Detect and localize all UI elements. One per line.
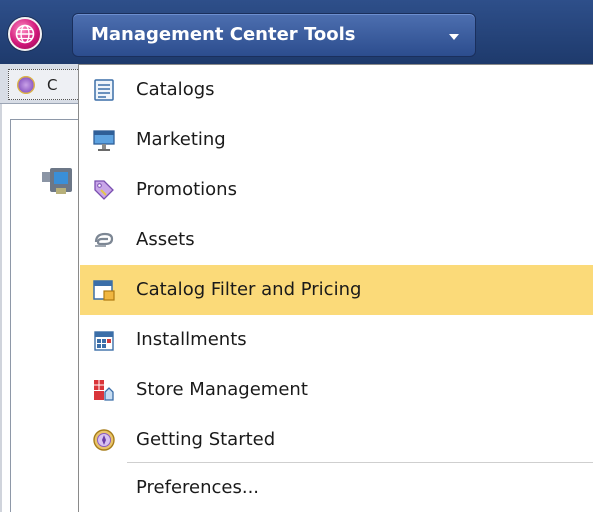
tool-icon	[42, 168, 72, 194]
catalog-filter-icon	[93, 280, 115, 301]
tools-dropdown-menu: Catalogs Marketing Promotions Assets Cat…	[78, 64, 593, 512]
menu-button-label: Management Center Tools	[91, 24, 356, 45]
globe-button[interactable]	[8, 17, 42, 51]
promotions-icon	[94, 180, 114, 200]
header-bar: Management Center Tools	[0, 0, 593, 64]
menu-item-label: Catalog Filter and Pricing	[136, 279, 362, 300]
background-tab-strip: C	[0, 64, 80, 104]
menu-item-catalog-filter-and-pricing[interactable]: Catalog Filter and Pricing	[80, 265, 593, 315]
assets-icon	[94, 232, 114, 247]
background-tab-label: C	[47, 76, 58, 94]
background-tab[interactable]: C	[8, 69, 80, 100]
app-window: Management Center Tools C Catalogs Marke…	[0, 0, 593, 512]
menu-item-label: Installments	[136, 329, 247, 350]
store-management-icon	[94, 380, 114, 401]
management-center-tools-button[interactable]: Management Center Tools	[72, 13, 476, 57]
menu-item-marketing[interactable]: Marketing	[80, 115, 593, 165]
menu-item-label: Promotions	[136, 179, 237, 200]
triangle-down-icon	[449, 34, 459, 40]
catalogs-icon	[94, 79, 114, 101]
menu-item-preferences[interactable]: Preferences...	[80, 463, 593, 512]
globe-icon	[15, 24, 35, 44]
getting-started-icon	[17, 76, 35, 94]
installments-icon	[94, 331, 114, 351]
menu-item-assets[interactable]: Assets	[80, 215, 593, 265]
menu-item-store-management[interactable]: Store Management	[80, 365, 593, 415]
menu-item-label: Catalogs	[136, 79, 215, 100]
menu-item-label: Marketing	[136, 129, 226, 150]
menu-item-label: Store Management	[136, 379, 308, 400]
menu-item-promotions[interactable]: Promotions	[80, 165, 593, 215]
menu-item-label: Assets	[136, 229, 195, 250]
background-workspace	[0, 104, 82, 512]
getting-started-icon	[93, 429, 115, 451]
menu-item-label: Getting Started	[136, 429, 276, 450]
marketing-icon	[93, 130, 115, 151]
menu-item-catalogs[interactable]: Catalogs	[80, 65, 593, 115]
menu-item-getting-started[interactable]: Getting Started	[80, 415, 593, 465]
menu-item-label: Preferences...	[136, 477, 260, 498]
menu-item-installments[interactable]: Installments	[80, 315, 593, 365]
